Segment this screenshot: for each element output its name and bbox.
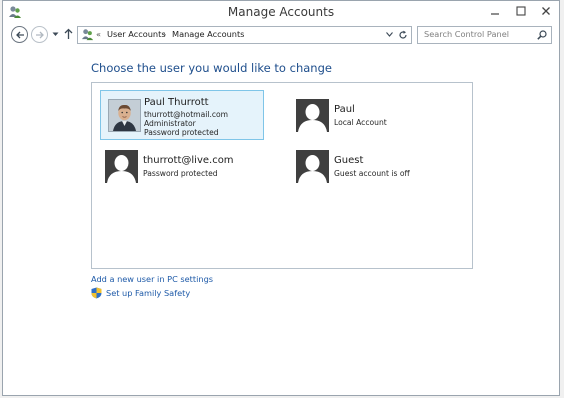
minimize-button[interactable] [485, 3, 505, 19]
back-button[interactable] [11, 26, 28, 43]
add-user-link[interactable]: Add a new user in PC settings [91, 274, 213, 284]
search-placeholder: Search Control Panel [424, 29, 510, 39]
user-accounts-icon [81, 29, 94, 41]
account-protection: Password protected [143, 169, 218, 178]
refresh-icon [399, 30, 407, 39]
user-silhouette-icon [105, 150, 138, 183]
account-name: Paul [334, 104, 355, 115]
window-title: Manage Accounts [227, 5, 335, 19]
account-name: Guest [334, 155, 364, 166]
page-heading: Choose the user you would like to change [91, 61, 332, 75]
back-arrow-icon [16, 31, 24, 39]
accounts-panel: Paul Thurrott thurrott@hotmail.com Admin… [91, 82, 473, 269]
user-silhouette-icon [296, 99, 329, 132]
breadcrumb-overflow[interactable]: « [96, 29, 101, 39]
close-button[interactable] [536, 3, 556, 19]
manage-accounts-window: Manage Accounts « User Accounts › Manage… [2, 0, 560, 396]
account-status: Guest account is off [334, 169, 410, 178]
up-arrow-icon[interactable] [64, 28, 73, 40]
family-safety-link[interactable]: Set up Family Safety [106, 288, 190, 298]
address-bar[interactable]: « User Accounts › Manage Accounts [77, 26, 395, 44]
account-tile-paul[interactable]: Paul Local Account [292, 91, 462, 139]
account-photo-avatar [108, 99, 141, 132]
breadcrumb-manage-accounts[interactable]: Manage Accounts [172, 29, 244, 39]
account-email: thurrott@hotmail.com [144, 110, 229, 119]
title-bar: Manage Accounts [3, 1, 559, 25]
search-input[interactable]: Search Control Panel [417, 26, 552, 44]
breadcrumb-separator[interactable]: › [163, 29, 166, 39]
chevron-down-icon[interactable] [52, 32, 59, 37]
breadcrumb-user-accounts[interactable]: User Accounts [107, 29, 166, 39]
account-type: Administrator [144, 119, 196, 128]
account-type: Local Account [334, 118, 387, 127]
address-dropdown-icon[interactable] [386, 32, 393, 37]
navigation-bar: « User Accounts › Manage Accounts Search… [3, 25, 559, 45]
forward-arrow-icon [36, 31, 44, 39]
account-name: thurrott@live.com [143, 155, 234, 166]
account-tile-paul-thurrott[interactable]: Paul Thurrott thurrott@hotmail.com Admin… [100, 90, 264, 140]
search-icon[interactable] [537, 30, 547, 40]
account-protection: Password protected [144, 128, 219, 137]
account-name: Paul Thurrott [144, 97, 209, 108]
account-tile-guest[interactable]: Guest Guest account is off [292, 143, 462, 191]
maximize-button[interactable] [511, 3, 531, 19]
refresh-button[interactable] [394, 26, 412, 44]
user-silhouette-icon [296, 150, 329, 183]
forward-button[interactable] [31, 26, 48, 43]
shield-icon [91, 287, 102, 299]
account-tile-thurrott-live[interactable]: thurrott@live.com Password protected [101, 143, 271, 191]
